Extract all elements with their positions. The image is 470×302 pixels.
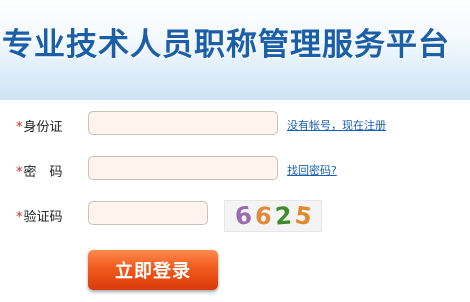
captcha-label-row: *验证码 (16, 206, 63, 225)
header-banner: 专业技术人员职称管理服务平台 (0, 0, 470, 100)
id-card-input[interactable] (88, 111, 278, 135)
captcha-label: 验证码 (23, 210, 63, 225)
forgot-password-link[interactable]: 找回密码? (287, 162, 337, 178)
login-button[interactable]: 立即登录 (88, 250, 218, 290)
password-input[interactable] (88, 156, 278, 180)
required-mark: * (16, 120, 23, 135)
password-label: 密 码 (23, 165, 63, 180)
password-label-row: *密 码 (16, 161, 63, 180)
captcha-char: 6 (233, 200, 254, 232)
page-title: 专业技术人员职称管理服务平台 (2, 27, 450, 63)
captcha-char: 6 (253, 201, 274, 231)
captcha-input[interactable] (88, 201, 208, 225)
required-mark: * (16, 210, 23, 225)
captcha-char: 5 (293, 200, 314, 232)
required-mark: * (16, 165, 23, 180)
id-card-label-row: *身份证 (16, 116, 63, 135)
captcha-image[interactable]: 6625 (224, 200, 322, 232)
captcha-char: 2 (274, 201, 293, 231)
id-card-label: 身份证 (23, 120, 63, 135)
register-link[interactable]: 没有帐号，现在注册 (287, 117, 386, 133)
